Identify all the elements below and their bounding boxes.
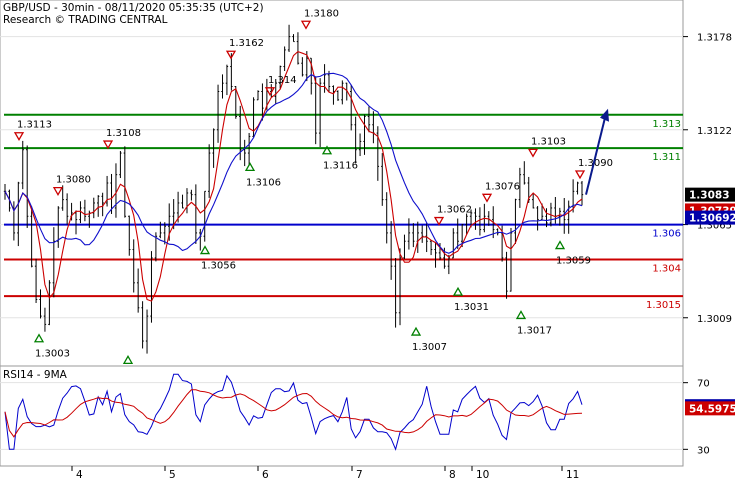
chart-header-line-2: Research © TRADING CENTRAL <box>3 14 168 26</box>
rsi-tick-label: 70 <box>697 379 710 390</box>
date-label: 6 <box>262 469 269 480</box>
date-label: 8 <box>449 469 456 480</box>
chart-root: 1.313 1.311 1.306 1.304 1.3015 1.3113 1.3003 1… <box>0 0 735 480</box>
rsi-panel: RSI14 - 9MA <box>0 365 684 467</box>
level-label: 1.3015 <box>646 300 681 311</box>
price-tick-label: 1.3122 <box>697 126 732 137</box>
rsi-axis: 703055.890954.5975 <box>683 379 735 456</box>
swing-high-label: 1.3080 <box>56 175 91 186</box>
swing-high-label: 1.3162 <box>229 38 264 49</box>
date-label: 7 <box>356 469 363 480</box>
last-price-badge: 1.3083 <box>685 187 735 202</box>
rsi-value-badge: 54.5975 <box>685 401 735 416</box>
swing-low-label: 1.3059 <box>556 256 591 267</box>
price-tick-label: 1.3009 <box>697 314 732 325</box>
date-axis: 4 5 6 7 8 10 11 <box>71 466 579 480</box>
swing-low-label: 1.3003 <box>35 349 70 360</box>
swing-high-label: 1.3108 <box>106 128 141 139</box>
swing-low-label: 1.3116 <box>323 161 358 172</box>
swing-low-label: 1.3106 <box>246 177 281 188</box>
date-label: 5 <box>169 469 176 480</box>
price-panel: 1.313 1.311 1.306 1.304 1.3015 1.3113 1.3003 1… <box>0 0 684 367</box>
swing-high-label: 1.3076 <box>485 181 520 192</box>
swing-high-label: 1.3113 <box>17 120 52 131</box>
badge-text: 1.30692 <box>689 213 735 225</box>
chart-svg: 1.313 1.311 1.306 1.304 1.3015 1.3113 1.3003 1… <box>0 0 735 480</box>
level-label: 1.313 <box>652 119 681 130</box>
date-label: 4 <box>76 469 83 480</box>
level-label: 1.306 <box>652 229 681 240</box>
rsi-plot-area <box>0 365 684 467</box>
swing-low-label: 1.3017 <box>517 325 552 336</box>
level-label: 1.311 <box>652 152 681 163</box>
swing-low-label: 1.3007 <box>412 342 447 353</box>
swing-high-label: 1.3103 <box>531 136 566 147</box>
price-plot-area <box>0 0 684 367</box>
price-axis: 1.31781.31221.30651.30091.30831.307391.3… <box>683 33 735 325</box>
swing-high-label: 1.3062 <box>437 205 472 216</box>
level-label: 1.304 <box>652 264 681 275</box>
rsi-title: RSI14 - 9MA <box>3 369 68 381</box>
last-price-badge: 1.30692 <box>685 210 735 225</box>
chart-header-line-1: GBP/USD - 30min - 08/11/2020 05:35:35 (U… <box>3 2 264 14</box>
badge-text: 54.5975 <box>689 403 735 415</box>
rsi-tick-label: 30 <box>697 445 710 456</box>
badge-text: 1.3083 <box>689 190 730 202</box>
date-label: 10 <box>476 469 489 480</box>
swing-low-label: 1.3031 <box>454 302 489 313</box>
date-label: 11 <box>566 469 579 480</box>
price-tick-label: 1.3178 <box>697 33 732 44</box>
swing-high-label: 1.314 <box>268 75 297 86</box>
swing-low-label: 1.3056 <box>201 261 236 272</box>
swing-high-label: 1.3180 <box>304 8 339 19</box>
